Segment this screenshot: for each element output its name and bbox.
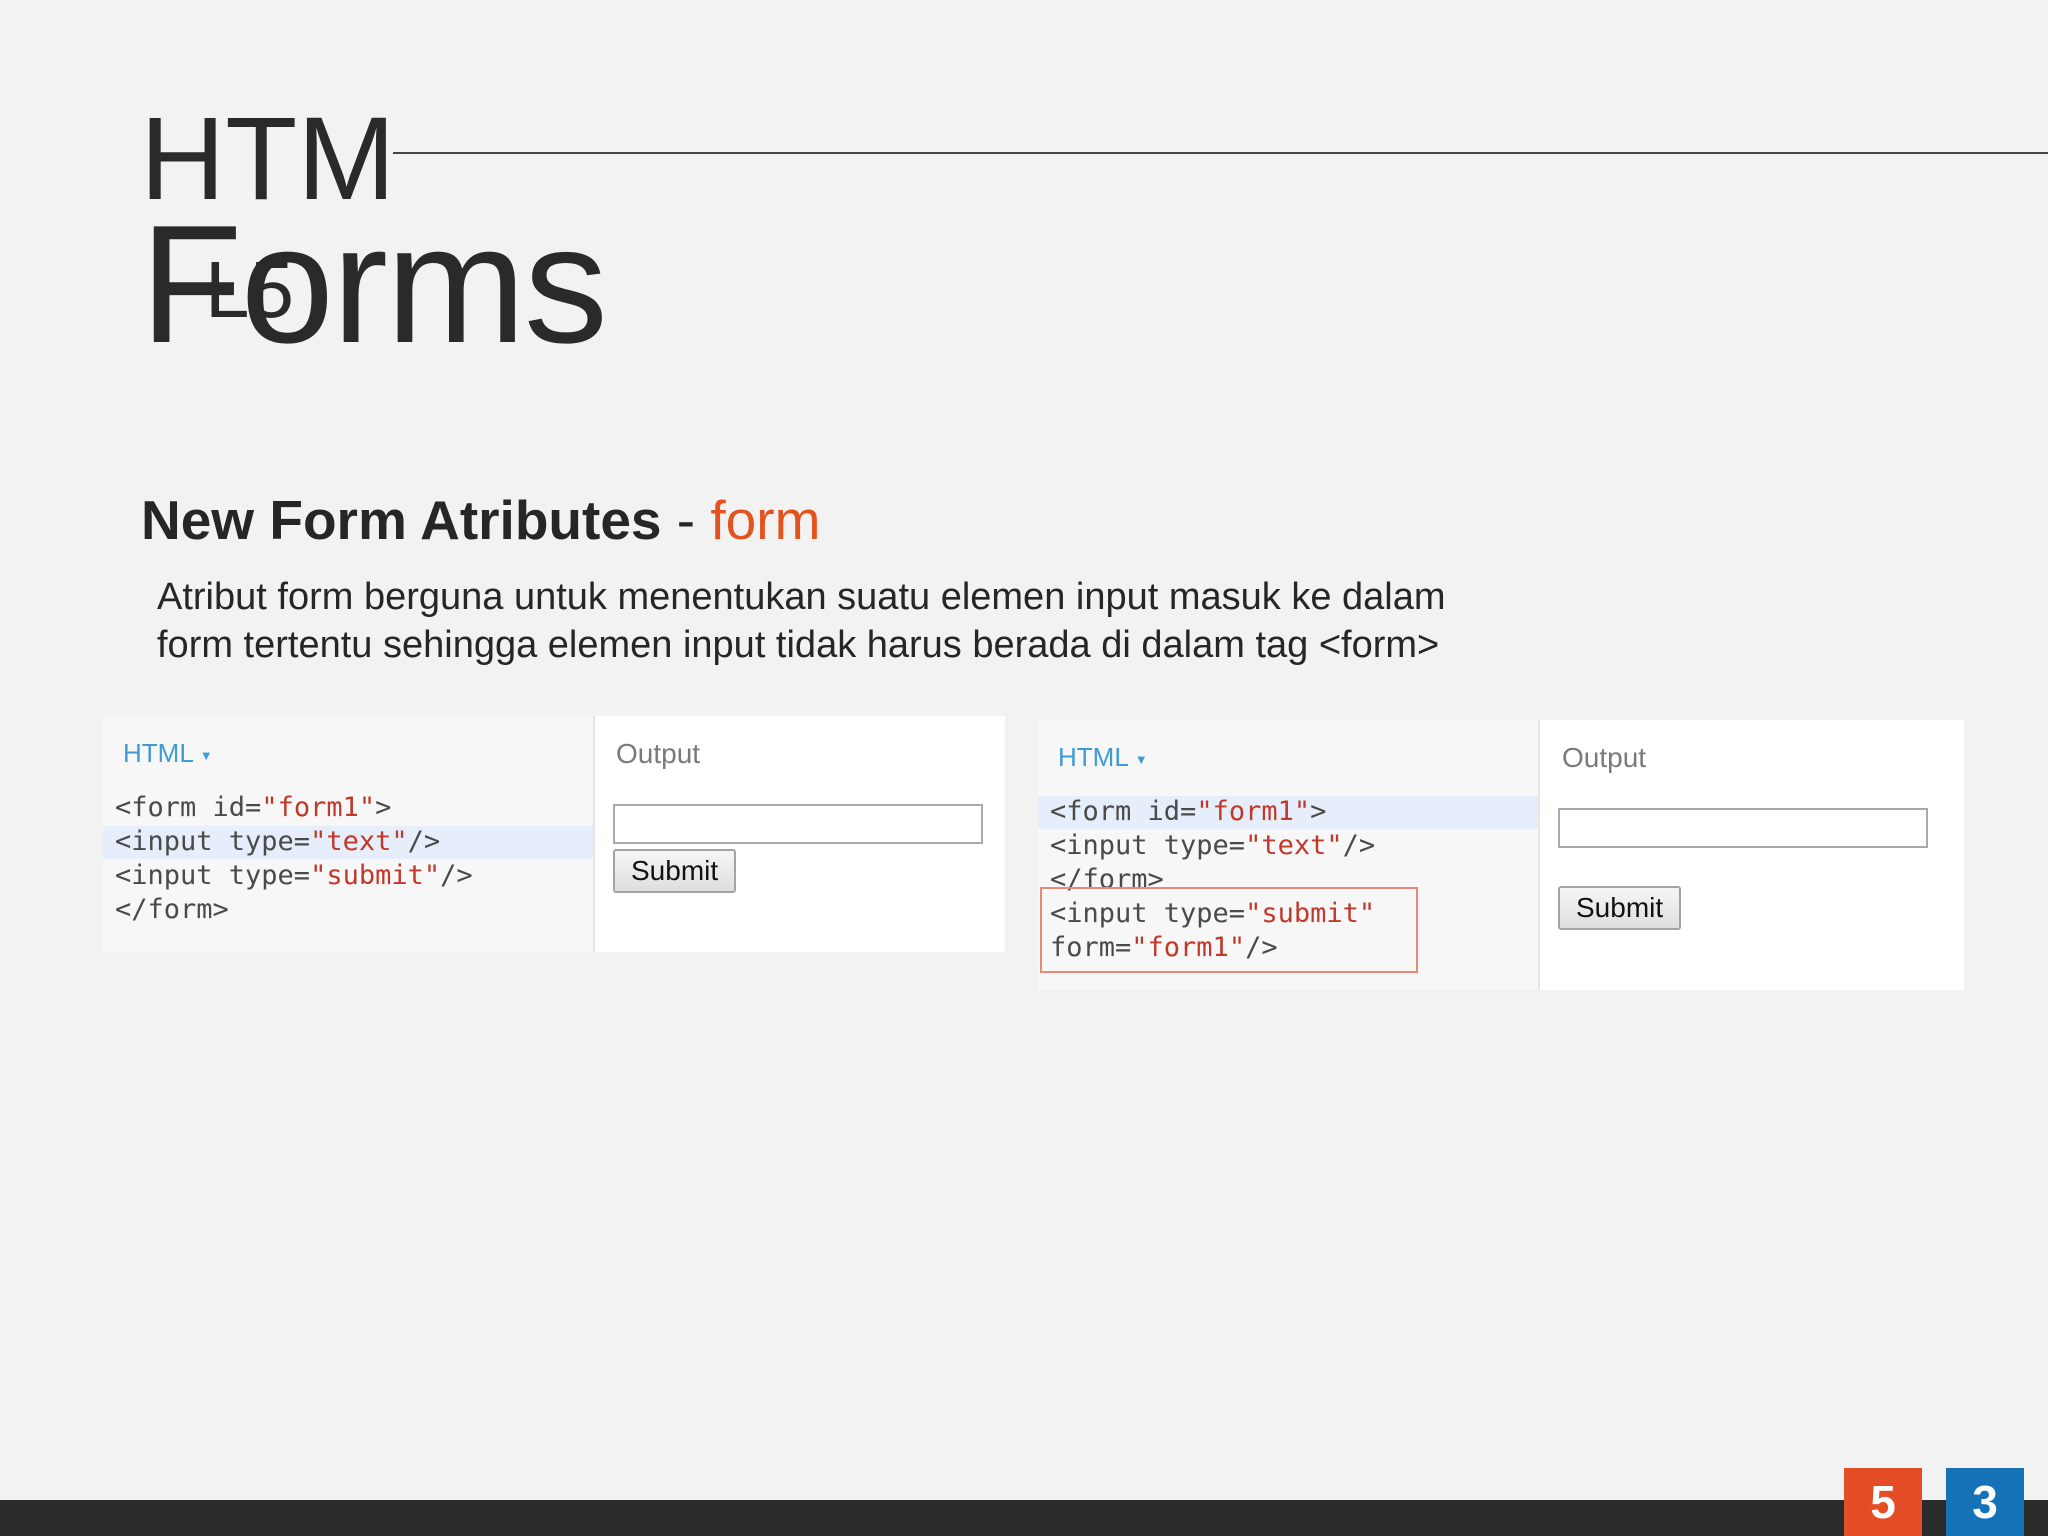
code-label-text: HTML [123, 738, 194, 768]
subtitle-dash: - [676, 489, 696, 551]
text-input[interactable] [613, 804, 983, 844]
description-line-2: form tertentu sehingga elemen input tida… [157, 624, 1440, 666]
subtitle-accent: form [710, 489, 821, 551]
example-panel-1: HTML ▼ <form id="form1"> <input type="tex… [103, 716, 1005, 952]
example-panel-2: HTML ▼ <form id="form1"> <input type="tex… [1038, 720, 1964, 990]
code-line: </form> [115, 894, 229, 925]
html5-logo-icon: 5 [1844, 1468, 1922, 1536]
code-line: <input type="text"/> [115, 826, 441, 857]
css3-logo-icon: 3 [1946, 1468, 2024, 1536]
text-input[interactable] [1558, 808, 1928, 848]
code-line: form="form1"/> [1050, 932, 1278, 963]
caret-down-icon[interactable]: ▼ [1135, 752, 1148, 767]
code-pane-2: HTML ▼ <form id="form1"> <input type="tex… [1038, 720, 1540, 990]
section-subtitle: New Form Atributes - form [141, 488, 820, 552]
subtitle-main: New Form Atributes [141, 489, 662, 551]
submit-button[interactable]: Submit [1558, 886, 1682, 930]
description-line-1: Atribut form berguna untuk menentukan su… [157, 576, 1446, 618]
code-label: HTML ▼ [1058, 742, 1148, 773]
caret-down-icon[interactable]: ▼ [200, 748, 213, 763]
submit-button[interactable]: Submit [613, 849, 737, 893]
footer-bar [0, 1500, 2048, 1536]
code-label-text: HTML [1058, 742, 1129, 772]
output-label: Output [616, 738, 701, 769]
title-line-2: Forms [140, 190, 608, 378]
title-divider [393, 152, 2048, 154]
code-label: HTML ▼ [123, 738, 213, 769]
code-line: <input type="submit"/> [115, 860, 473, 891]
code-line: <input type="submit" [1050, 898, 1376, 929]
code-line: <form id="form1"> [115, 792, 392, 823]
code-line: <input type="text"/> [1050, 830, 1376, 861]
code-pane-1: HTML ▼ <form id="form1"> <input type="tex… [103, 716, 595, 952]
output-label: Output [1562, 742, 1647, 773]
code-line: <form id="form1"> [1050, 796, 1327, 827]
